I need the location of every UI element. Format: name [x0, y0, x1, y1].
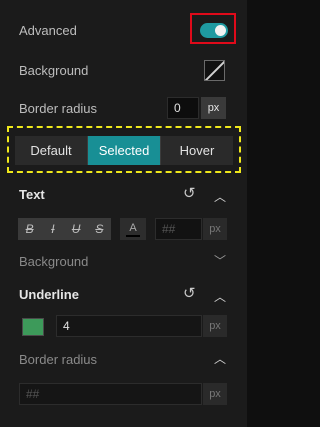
border-radius-section-input[interactable]: ##: [19, 383, 202, 405]
chevron-down-icon[interactable]: ﹀: [214, 252, 226, 269]
underline-section-title: Underline: [19, 286, 79, 302]
border-radius-input[interactable]: 0: [167, 97, 199, 119]
text-section-header[interactable]: Text: [0, 184, 247, 204]
italic-button[interactable]: I: [41, 218, 64, 240]
font-size-unit[interactable]: px: [203, 218, 227, 240]
underline-section-header[interactable]: Underline: [0, 284, 247, 304]
state-tabs: Default Selected Hover: [15, 136, 233, 165]
strikethrough-button[interactable]: S: [88, 218, 111, 240]
border-radius-label: Border radius: [19, 100, 98, 116]
font-size-input[interactable]: ##: [155, 218, 202, 240]
text-color-bar: [126, 234, 140, 237]
no-color-swatch-icon[interactable]: [204, 60, 225, 81]
text-section-title: Text: [19, 186, 45, 202]
text-format-group: B I U S: [18, 218, 111, 240]
tab-default[interactable]: Default: [15, 136, 88, 165]
background-section-title: Background: [19, 253, 89, 269]
reset-icon[interactable]: ↺: [183, 286, 196, 301]
text-color-button[interactable]: A: [120, 218, 146, 240]
text-color-label: A: [129, 221, 137, 234]
reset-icon[interactable]: ↺: [183, 186, 196, 201]
tab-hover[interactable]: Hover: [161, 136, 233, 165]
border-radius-section-header[interactable]: Border radius: [0, 349, 247, 369]
chevron-up-icon[interactable]: ︿: [214, 288, 226, 305]
advanced-label: Advanced: [19, 22, 77, 38]
underline-color-swatch[interactable]: [22, 318, 44, 336]
underline-thickness-unit[interactable]: px: [203, 315, 227, 337]
border-radius-section-unit[interactable]: px: [203, 383, 227, 405]
advanced-toggle[interactable]: [200, 23, 228, 38]
border-radius-unit[interactable]: px: [201, 97, 226, 119]
properties-panel: Advanced Background Border radius 0 px D…: [0, 0, 247, 427]
underline-thickness-input[interactable]: 4: [56, 315, 202, 337]
border-radius-section-title: Border radius: [19, 351, 98, 367]
bold-button[interactable]: B: [18, 218, 41, 240]
underline-button[interactable]: U: [65, 218, 88, 240]
toggle-knob: [215, 25, 226, 36]
background-label: Background: [19, 62, 89, 78]
chevron-up-icon[interactable]: ︿: [214, 188, 226, 205]
chevron-up-icon[interactable]: ︿: [214, 350, 226, 367]
background-section-header[interactable]: Background: [0, 251, 247, 271]
tab-selected[interactable]: Selected: [88, 136, 161, 165]
